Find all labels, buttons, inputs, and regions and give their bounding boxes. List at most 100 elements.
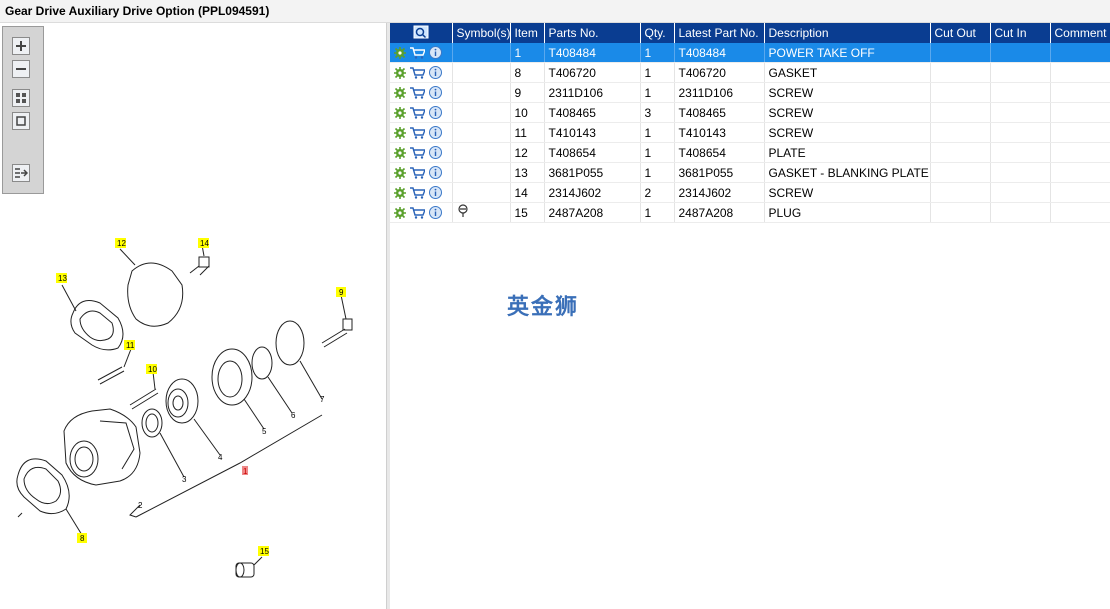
zoom-out-button[interactable] xyxy=(12,60,30,78)
row-actions xyxy=(390,82,453,103)
table-row[interactable]: 15 2487A208 1 2487A208 PLUG xyxy=(390,202,1110,223)
cell-symbols xyxy=(452,102,511,123)
info-icon[interactable] xyxy=(429,106,442,119)
table-row[interactable]: 10 T408465 3 T408465 SCREW xyxy=(390,102,1110,123)
details-gear-icon[interactable] xyxy=(394,66,406,79)
row-actions xyxy=(390,142,453,163)
column-header-cut-in[interactable]: Cut In xyxy=(990,23,1051,43)
cell-cut-in xyxy=(990,202,1051,223)
info-icon[interactable] xyxy=(429,166,442,179)
cell-description: SCREW xyxy=(764,82,931,103)
table-row[interactable]: 8 T406720 1 T406720 GASKET xyxy=(390,62,1110,83)
cell-latest-part-no: 3681P055 xyxy=(674,162,765,183)
column-header-qty[interactable]: Qty. xyxy=(640,23,675,43)
callout-4[interactable]: 4 xyxy=(218,453,223,462)
add-to-cart-icon[interactable] xyxy=(410,146,425,159)
column-header-symbols[interactable]: Symbol(s) xyxy=(452,23,511,43)
callout-2[interactable]: 2 xyxy=(138,501,143,510)
column-header-cut-out[interactable]: Cut Out xyxy=(930,23,991,43)
info-icon[interactable] xyxy=(429,86,442,99)
callout-8[interactable]: 8 xyxy=(80,534,85,543)
callout-11[interactable]: 11 xyxy=(126,341,135,350)
add-to-cart-icon[interactable] xyxy=(410,66,425,79)
callout-10[interactable]: 10 xyxy=(148,365,157,374)
callout-7[interactable]: 7 xyxy=(320,395,325,404)
info-icon[interactable] xyxy=(429,46,442,59)
table-row[interactable]: 9 2311D106 1 2311D106 SCREW xyxy=(390,82,1110,103)
column-header-item[interactable]: Item xyxy=(510,23,545,43)
column-header-latest-part-no[interactable]: Latest Part No. xyxy=(674,23,765,43)
callout-6[interactable]: 6 xyxy=(291,411,296,420)
details-gear-icon[interactable] xyxy=(394,126,406,139)
info-icon[interactable] xyxy=(429,146,442,159)
cell-comment xyxy=(1050,43,1110,63)
details-gear-icon[interactable] xyxy=(394,206,406,219)
cell-parts-no: T408484 xyxy=(544,43,641,63)
details-gear-icon[interactable] xyxy=(394,46,406,59)
add-to-cart-icon[interactable] xyxy=(410,186,425,199)
exploded-parts-diagram[interactable]: 12 14 13 9 11 10 8 15 1 2 3 4 5 6 7 xyxy=(0,208,386,608)
info-icon[interactable] xyxy=(429,66,442,79)
export-button[interactable] xyxy=(12,164,30,182)
add-to-cart-icon[interactable] xyxy=(410,46,425,59)
table-row[interactable]: 14 2314J602 2 2314J602 SCREW xyxy=(390,182,1110,203)
part-6-ring xyxy=(251,346,273,380)
cell-comment xyxy=(1050,182,1110,203)
info-icon[interactable] xyxy=(429,126,442,139)
details-gear-icon[interactable] xyxy=(394,166,406,179)
cell-cut-out xyxy=(930,162,991,183)
cell-symbols xyxy=(452,182,511,203)
add-to-cart-icon[interactable] xyxy=(410,206,425,219)
details-gear-icon[interactable] xyxy=(394,186,406,199)
cell-qty: 3 xyxy=(640,102,675,123)
cell-cut-out xyxy=(930,122,991,143)
cell-qty: 1 xyxy=(640,162,675,183)
info-icon[interactable] xyxy=(429,206,442,219)
cell-parts-no: T408654 xyxy=(544,142,641,163)
fit-window-button[interactable] xyxy=(12,112,30,130)
cell-description: PLUG xyxy=(764,202,931,223)
callout-13[interactable]: 13 xyxy=(58,274,67,283)
callout-1[interactable]: 1 xyxy=(243,467,248,476)
callout-9[interactable]: 9 xyxy=(339,288,344,297)
part-9-screw xyxy=(321,328,348,348)
table-row[interactable]: 11 T410143 1 T410143 SCREW xyxy=(390,122,1110,143)
zoom-in-button[interactable] xyxy=(12,37,30,55)
add-to-cart-icon[interactable] xyxy=(410,86,425,99)
details-gear-icon[interactable] xyxy=(394,86,406,99)
column-header-parts-no[interactable]: Parts No. xyxy=(544,23,641,43)
callout-12[interactable]: 12 xyxy=(117,239,126,248)
cell-cut-in xyxy=(990,102,1051,123)
part-14-screw xyxy=(198,256,210,268)
cell-parts-no: T408465 xyxy=(544,102,641,123)
add-to-cart-icon[interactable] xyxy=(410,126,425,139)
column-header-comment[interactable]: Comment xyxy=(1050,23,1110,43)
callout-3[interactable]: 3 xyxy=(182,475,187,484)
table-row[interactable]: 13 3681P055 1 3681P055 GASKET - BLANKING PLA… xyxy=(390,162,1110,183)
cell-item: 12 xyxy=(510,142,545,163)
cell-cut-in xyxy=(990,82,1051,103)
cell-description: SCREW xyxy=(764,102,931,123)
details-gear-icon[interactable] xyxy=(394,106,406,119)
column-header-description[interactable]: Description xyxy=(764,23,931,43)
pin-icon[interactable] xyxy=(457,204,471,218)
illustration-pane[interactable]: 12 14 13 9 11 10 8 15 1 2 3 4 5 6 7 xyxy=(0,23,386,609)
add-to-cart-icon[interactable] xyxy=(410,106,425,119)
add-to-cart-icon[interactable] xyxy=(410,166,425,179)
cell-description: PLATE xyxy=(764,142,931,163)
cell-symbols xyxy=(452,62,511,83)
cell-item: 11 xyxy=(510,122,545,143)
info-icon[interactable] xyxy=(429,186,442,199)
column-header-icons[interactable] xyxy=(390,23,453,43)
table-row[interactable]: 12 T408654 1 T408654 PLATE xyxy=(390,142,1110,163)
row-actions xyxy=(390,182,453,203)
callout-5[interactable]: 5 xyxy=(262,427,267,436)
details-gear-icon[interactable] xyxy=(394,146,406,159)
view-search-icon[interactable] xyxy=(413,25,429,39)
cell-latest-part-no: 2314J602 xyxy=(674,182,765,203)
callout-15[interactable]: 15 xyxy=(260,547,269,556)
row-actions xyxy=(390,162,453,183)
callout-14[interactable]: 14 xyxy=(200,239,209,248)
fit-all-button[interactable] xyxy=(12,89,30,107)
table-row[interactable]: 1 T408484 1 T408484 POWER TAKE OFF xyxy=(390,43,1110,63)
